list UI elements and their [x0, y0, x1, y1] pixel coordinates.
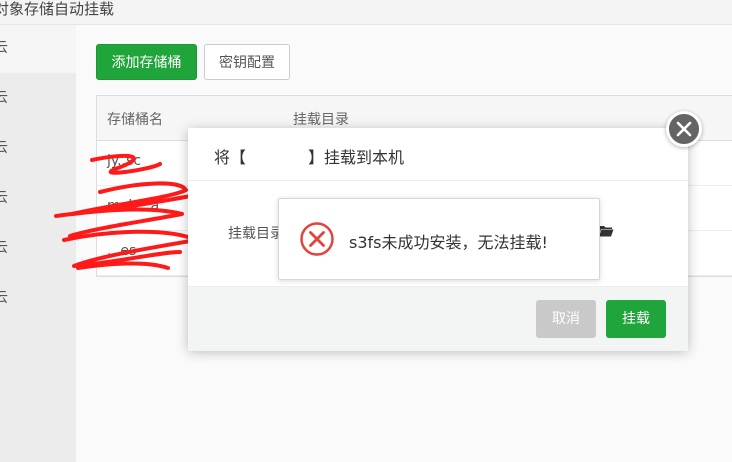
sidebar-item-2[interactable]: 云 [0, 75, 76, 123]
sidebar-item-label: 云 [0, 40, 8, 56]
key-config-button[interactable]: 密钥配置 [204, 44, 290, 80]
dialog-footer: 取消 挂载 [188, 286, 688, 351]
sidebar-item-3[interactable]: 云 [0, 125, 76, 173]
folder-icon[interactable] [598, 223, 614, 241]
sidebar-item-label: 云 [0, 90, 8, 106]
sidebar-item-label: 云 [0, 290, 8, 306]
sidebar-item-4[interactable]: 云 [0, 175, 76, 223]
column-header-mount-dir: 挂载目录 [293, 112, 349, 128]
sidebar-item-label: 云 [0, 140, 8, 156]
error-x-icon [299, 221, 335, 261]
dialog-title: 将【 】挂载到本机 [214, 144, 404, 168]
sidebar-item-1[interactable]: 云 [0, 25, 76, 73]
dialog-title-prefix: 将【 [214, 148, 247, 167]
column-header-bucket: 存储桶名 [107, 112, 163, 128]
close-icon[interactable] [666, 111, 702, 147]
toast-message: s3fs未成功安装，无法挂载! [349, 233, 548, 252]
dialog-header: 将【 】挂载到本机 [188, 128, 688, 181]
mount-button[interactable]: 挂载 [606, 300, 666, 338]
bucket-name: jy..sc [107, 153, 142, 169]
bucket-name: mcb...a [107, 198, 160, 214]
mount-dir-label: 挂载目录 [228, 226, 284, 242]
dialog-title-suffix: 】挂载到本机 [308, 148, 405, 167]
sidebar-item-label: 云 [0, 240, 8, 256]
sidebar-item-5[interactable]: 云 [0, 225, 76, 273]
sidebar-item-label: 云 [0, 190, 8, 206]
sidebar: 云 云 云 云 云 云 [0, 25, 76, 462]
sidebar-item-6[interactable]: 云 [0, 275, 76, 323]
bucket-name: ...es [107, 243, 137, 259]
add-bucket-button[interactable]: 添加存储桶 [96, 44, 197, 80]
cancel-button[interactable]: 取消 [536, 300, 596, 338]
app-title-bar: 对象存储自动挂载 [0, 0, 732, 25]
error-toast: s3fs未成功安装，无法挂载! [278, 198, 600, 280]
page-title: 对象存储自动挂载 [0, 0, 115, 18]
